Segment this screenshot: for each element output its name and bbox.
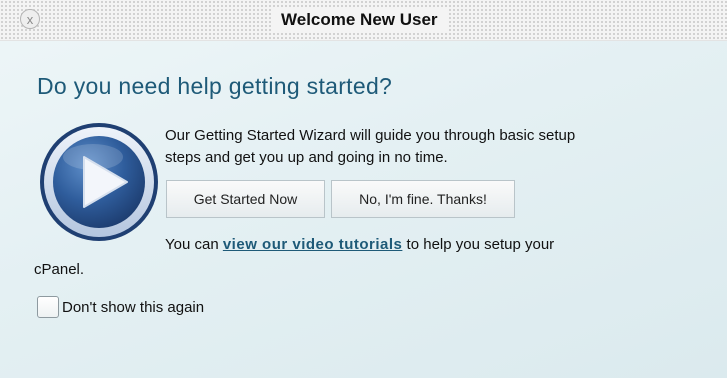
- description-line: Our Getting Started Wizard will guide yo…: [165, 127, 576, 144]
- tutorial-line-2: cPanel.: [34, 261, 85, 278]
- dialog-title: Welcome New User: [271, 9, 448, 31]
- play-icon[interactable]: [38, 121, 160, 243]
- dont-show-row[interactable]: Don't show this again: [37, 295, 204, 319]
- tutorial-text: You can view our video tutorials to help…: [34, 232, 724, 282]
- description-line: steps and get you up and going in no tim…: [165, 149, 448, 166]
- dialog-titlebar[interactable]: x Welcome New User: [0, 0, 727, 41]
- close-icon[interactable]: x: [20, 9, 40, 29]
- video-tutorials-link[interactable]: view our video tutorials: [223, 236, 403, 253]
- page-heading: Do you need help getting started?: [37, 73, 393, 99]
- tutorial-line: You can view our video tutorials to help…: [34, 232, 724, 257]
- get-started-button[interactable]: Get Started Now: [166, 180, 325, 218]
- dont-show-checkbox[interactable]: [37, 296, 59, 318]
- dont-show-label[interactable]: Don't show this again: [62, 299, 204, 316]
- tutorial-suffix: to help you setup your: [402, 236, 555, 253]
- no-thanks-button[interactable]: No, I'm fine. Thanks!: [331, 180, 515, 218]
- tutorial-prefix: You can: [165, 236, 223, 253]
- welcome-dialog: x Welcome New User Do you need help gett…: [0, 0, 727, 378]
- wizard-description: Our Getting Started Wizard will guide yo…: [165, 125, 575, 169]
